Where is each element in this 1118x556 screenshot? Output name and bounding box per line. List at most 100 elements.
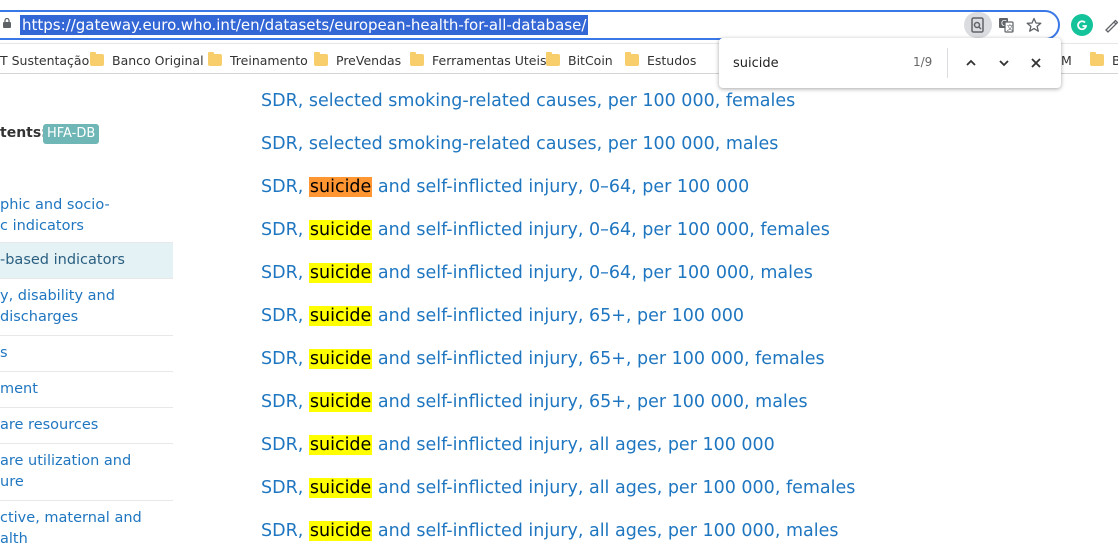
search-highlight: suicide (308, 435, 373, 455)
sidebar-item-label: c indicators (0, 218, 84, 234)
indicator-text: and self-inflicted injury, 0–64, per 100… (372, 263, 813, 283)
indicator-link[interactable]: SDR, suicide and self-inflicted injury, … (261, 518, 838, 544)
sidebar-item-label: are resources (0, 417, 99, 433)
sidebar-item-health-care-utilization[interactable]: are utilization and ure (0, 444, 173, 501)
sidebar-item-mortality-based[interactable]: -based indicators (0, 243, 173, 279)
find-bar: 1/9 (719, 38, 1061, 88)
bookmark-prevendas[interactable]: PreVendas (314, 49, 401, 71)
sidebar: tents: HFA-DB phic and socio- c indicato… (0, 75, 173, 556)
folder-icon (314, 52, 328, 66)
bookmark-banco-original[interactable]: Banco Original (90, 49, 204, 71)
sidebar-item-morbidity-disability[interactable]: y, disability and discharges (0, 279, 173, 336)
find-match-count: 1/9 (913, 55, 933, 69)
search-highlight: suicide (308, 521, 373, 541)
sidebar-item-lifestyles[interactable]: s (0, 336, 173, 372)
sidebar-item-label: -based indicators (0, 252, 125, 268)
indicator-text: and self-inflicted injury, 65+, per 100 … (372, 306, 745, 326)
folder-icon (410, 52, 424, 66)
sidebar-item-label: ctive, maternal and (0, 510, 142, 526)
indicator-text: and self-inflicted injury, 65+, per 100 … (372, 392, 808, 412)
sidebar-item-label: ure (0, 474, 24, 490)
chevron-up-icon[interactable] (959, 51, 983, 75)
indicator-link[interactable]: SDR, suicide and self-inflicted injury, … (261, 475, 855, 501)
indicator-text: SDR, (261, 349, 309, 369)
indicator-text: SDR, (261, 435, 309, 455)
sidebar-item-reproductive-maternal[interactable]: ctive, maternal and alth (0, 501, 173, 556)
indicator-text: and self-inflicted injury, all ages, per… (372, 435, 775, 455)
sidebar-item-label: are utilization and (0, 453, 132, 469)
svg-text:文: 文 (1007, 23, 1014, 32)
sidebar-item-label: y, disability and (0, 288, 115, 304)
bookmark-ferramentas-uteis[interactable]: Ferramentas Uteis (410, 49, 546, 71)
indicator-link[interactable]: SDR, suicide and self-inflicted injury, … (261, 217, 830, 243)
find-in-page-icon[interactable] (964, 12, 992, 38)
indicator-text: SDR, selected smoking-related causes, pe… (261, 134, 779, 154)
bookmark-estudos[interactable]: Estudos (625, 49, 696, 71)
indicator-link[interactable]: SDR, suicide and self-inflicted injury, … (261, 260, 813, 286)
indicator-link[interactable]: SDR, suicide and self-inflicted injury, … (261, 174, 749, 200)
bookmark-bitcoin[interactable]: BitCoin (546, 49, 613, 71)
bookmark-label: PreVendas (336, 52, 402, 68)
indicator-text: SDR, (261, 177, 309, 197)
url-text[interactable]: https://gateway.euro.who.int/en/datasets… (20, 15, 589, 35)
find-divider (947, 48, 948, 78)
indicator-text: and self-inflicted injury, all ages, per… (372, 521, 839, 541)
indicator-text: SDR, (261, 478, 309, 498)
indicator-link[interactable]: SDR, suicide and self-inflicted injury, … (261, 432, 775, 458)
bookmark-m[interactable]: M (1061, 49, 1072, 71)
chevron-down-icon[interactable] (992, 51, 1016, 75)
sidebar-item-label: phic and socio- (0, 197, 110, 213)
sidebar-item-label: s (0, 345, 8, 361)
lock-icon[interactable] (3, 18, 11, 28)
star-icon[interactable] (1020, 12, 1048, 38)
folder-icon (1090, 52, 1104, 66)
hfa-db-badge: HFA-DB (43, 124, 100, 144)
bookmark-label: M (1061, 52, 1072, 68)
sidebar-item-health-care-resources[interactable]: are resources (0, 408, 173, 444)
close-icon[interactable] (1024, 51, 1048, 75)
search-highlight: suicide (308, 220, 373, 240)
indicator-text: SDR, (261, 521, 309, 541)
folder-icon (90, 52, 104, 66)
indicator-link[interactable]: SDR, selected smoking-related causes, pe… (261, 131, 778, 157)
indicator-text: SDR, (261, 263, 309, 283)
indicator-link[interactable]: SDR, suicide and self-inflicted injury, … (261, 303, 744, 329)
bookmark-label: B (1112, 52, 1118, 68)
indicator-text: SDR, (261, 220, 309, 240)
search-highlight: suicide (308, 392, 373, 412)
translate-icon[interactable]: G文 (992, 12, 1020, 38)
indicator-text: SDR, (261, 392, 309, 412)
search-highlight: suicide (308, 349, 373, 369)
indicator-link[interactable]: SDR, selected smoking-related causes, pe… (261, 88, 795, 114)
indicator-text: and self-inflicted injury, 0–64, per 100… (372, 177, 750, 197)
indicator-link[interactable]: SDR, suicide and self-inflicted injury, … (261, 346, 825, 372)
sidebar-item-environment[interactable]: ment (0, 372, 173, 408)
bookmark-label: Estudos (647, 52, 697, 68)
bookmark-b[interactable]: B (1090, 49, 1118, 71)
bookmark-t-sustentacao[interactable]: T Sustentação (0, 49, 89, 71)
extension-icon[interactable] (1100, 14, 1118, 36)
bookmark-label: BitCoin (568, 52, 613, 68)
bookmark-label: Treinamento (230, 52, 308, 68)
bookmark-label: Banco Original (112, 52, 204, 68)
sidebar-item-label: discharges (0, 309, 79, 325)
sidebar-item-demographic[interactable]: phic and socio- c indicators (0, 192, 173, 243)
find-input[interactable] (733, 53, 903, 73)
sidebar-item-label: alth (0, 531, 28, 547)
indicator-text: SDR, (261, 306, 309, 326)
folder-icon (546, 52, 560, 66)
indicator-text: SDR, selected smoking-related causes, pe… (261, 91, 796, 111)
bookmark-treinamento[interactable]: Treinamento (208, 49, 308, 71)
search-highlight: suicide (308, 263, 373, 283)
search-highlight-current: suicide (308, 177, 373, 197)
grammarly-icon[interactable] (1071, 14, 1093, 36)
indicator-link[interactable]: SDR, suicide and self-inflicted injury, … (261, 389, 808, 415)
indicator-text: and self-inflicted injury, all ages, per… (372, 478, 856, 498)
search-highlight: suicide (308, 478, 373, 498)
indicator-text: and self-inflicted injury, 65+, per 100 … (372, 349, 825, 369)
bookmark-label: T Sustentação (0, 52, 90, 68)
folder-icon (625, 52, 639, 66)
sidebar-item-label: ment (0, 381, 38, 397)
folder-icon (208, 52, 222, 66)
search-highlight: suicide (308, 306, 373, 326)
